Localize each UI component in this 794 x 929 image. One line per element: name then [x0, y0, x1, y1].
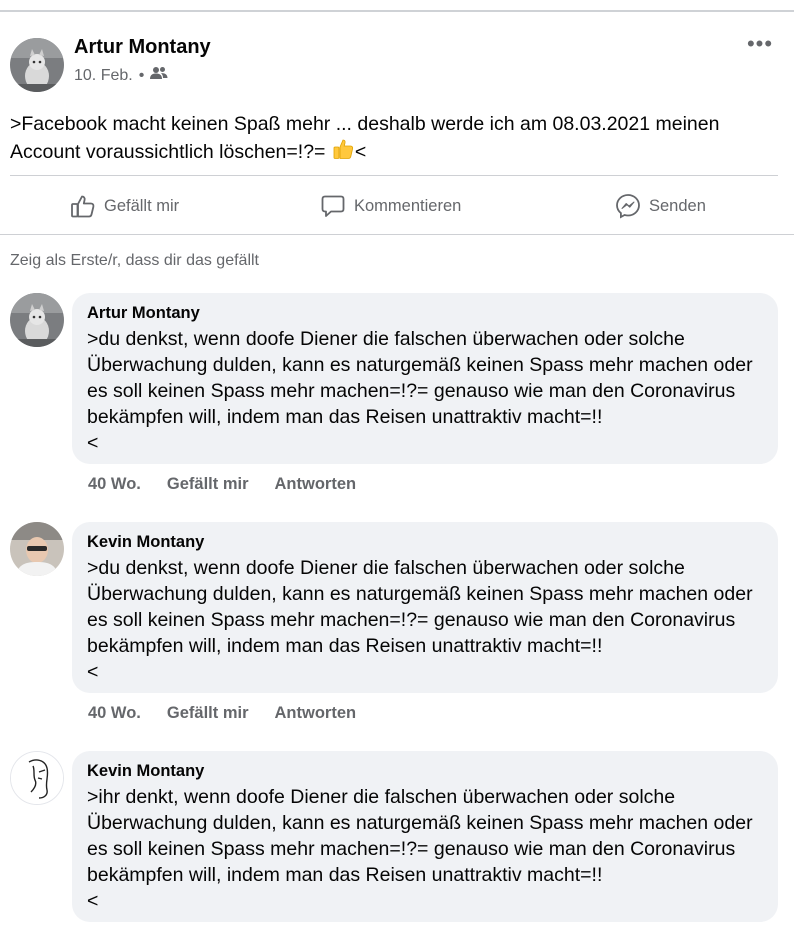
first-like-prompt: Zeig als Erste/r, dass dir das gefällt: [10, 252, 259, 269]
comment-like-button[interactable]: Gefällt mir: [167, 704, 249, 723]
comment-avatar[interactable]: [10, 293, 64, 347]
comment-avatar[interactable]: [10, 751, 64, 805]
like-button[interactable]: Gefällt mir: [70, 190, 179, 222]
actions-divider: [0, 234, 794, 235]
post-divider: [10, 175, 778, 176]
friends-icon: [150, 66, 168, 85]
comment-bubble: Kevin Montany >ihr denkt, wenn doofe Die…: [72, 751, 778, 922]
comment-button[interactable]: Kommentieren: [320, 190, 461, 222]
comment-text: >ihr denkt, wenn doofe Diener die falsch…: [87, 786, 753, 912]
comment-like-button[interactable]: Gefällt mir: [167, 475, 249, 494]
thumbs-up-emoji-icon: [331, 137, 355, 168]
comment-author[interactable]: Kevin Montany: [87, 761, 764, 781]
comment-reply-button[interactable]: Antworten: [275, 704, 357, 723]
comment-actions: 40 Wo. Gefällt mir Antworten: [88, 704, 356, 723]
comment-time[interactable]: 40 Wo.: [88, 704, 141, 723]
comment-text: >du denkst, wenn doofe Diener die falsch…: [87, 557, 753, 683]
post-text: >Facebook macht keinen Spaß mehr ... des…: [10, 111, 785, 168]
thumbs-up-icon: [71, 195, 95, 218]
comment-time[interactable]: 40 Wo.: [88, 475, 141, 494]
comment-icon: [321, 195, 345, 217]
comment-bubble: Kevin Montany >du denkst, wenn doofe Die…: [72, 522, 778, 693]
meta-separator: •: [138, 66, 145, 84]
comment-author[interactable]: Artur Montany: [87, 303, 764, 323]
like-label: Gefällt mir: [104, 196, 180, 215]
more-options-button[interactable]: •••: [746, 33, 774, 60]
send-button[interactable]: Senden: [615, 190, 706, 222]
comment-text: >du denkst, wenn doofe Diener die falsch…: [87, 328, 753, 454]
comment-label: Kommentieren: [354, 196, 462, 215]
post-author-avatar[interactable]: [10, 38, 64, 92]
comment-actions: 40 Wo. Gefällt mir Antworten: [88, 475, 356, 494]
messenger-icon: [616, 194, 640, 219]
comment-bubble: Artur Montany >du denkst, wenn doofe Die…: [72, 293, 778, 464]
comment-avatar[interactable]: [10, 522, 64, 576]
post-body-suffix: <: [354, 141, 367, 163]
send-label: Senden: [649, 196, 706, 215]
comment-author[interactable]: Kevin Montany: [87, 532, 764, 552]
post-author-name[interactable]: Artur Montany: [74, 36, 211, 59]
post-date[interactable]: 10. Feb.: [74, 67, 133, 85]
post-meta: 10. Feb. •: [74, 66, 168, 85]
comment-reply-button[interactable]: Antworten: [275, 475, 357, 494]
top-divider: [0, 10, 794, 12]
